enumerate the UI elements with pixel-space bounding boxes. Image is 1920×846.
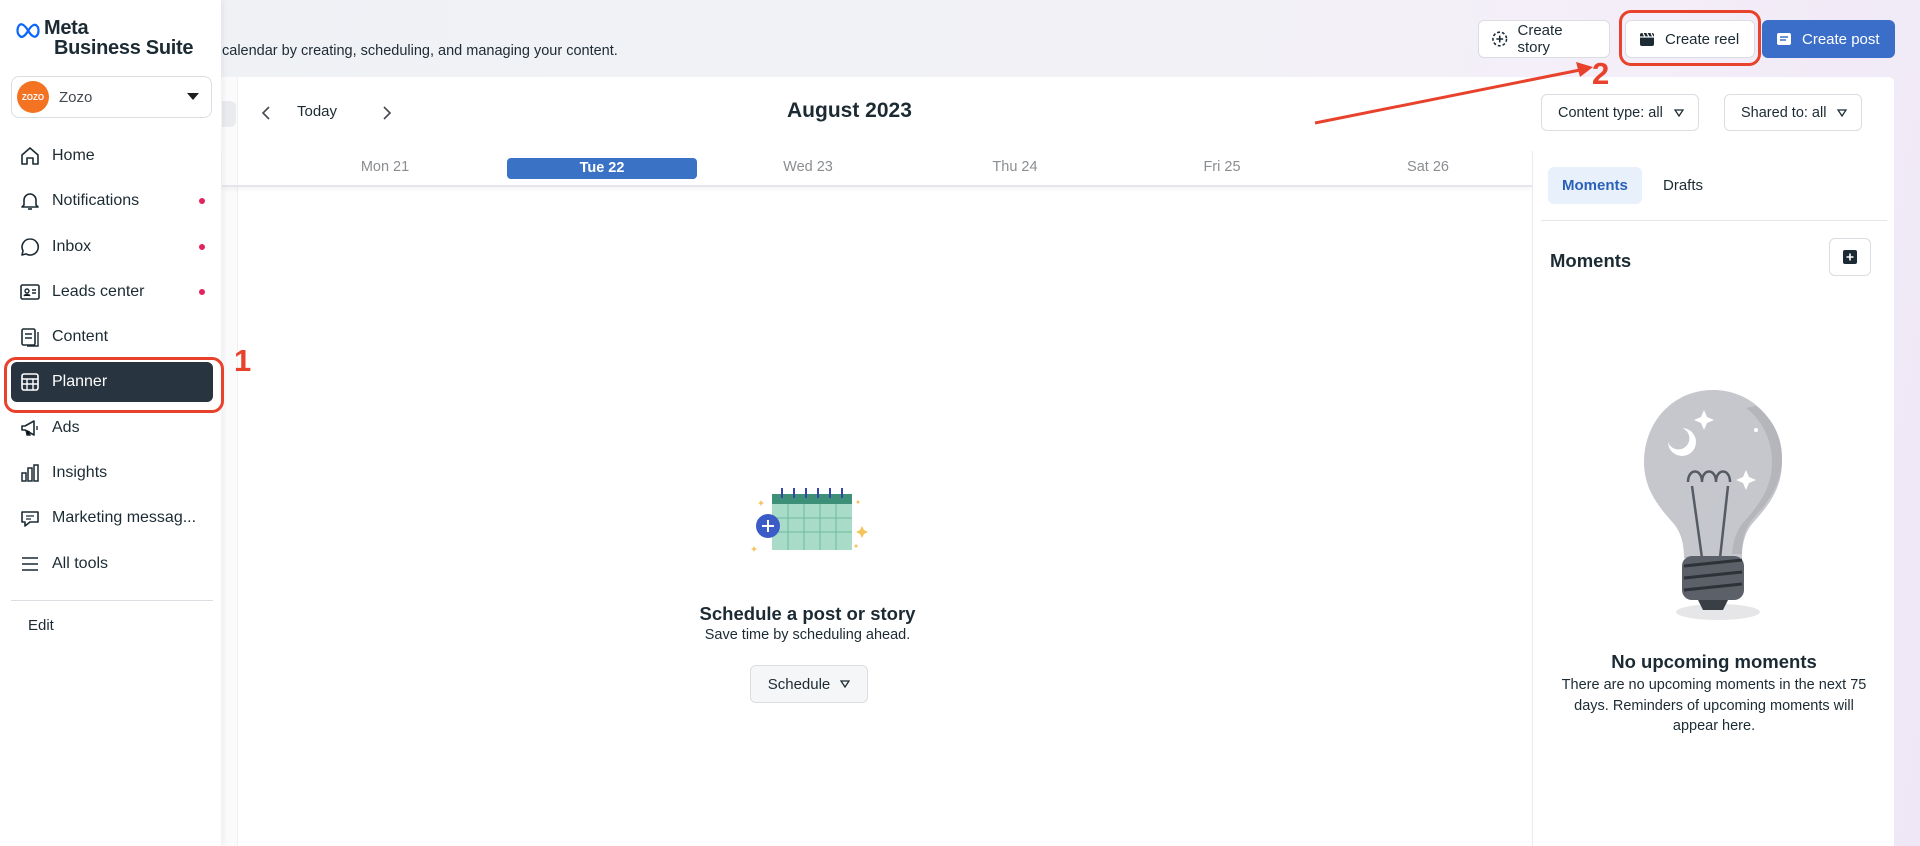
chevron-left-icon	[261, 106, 270, 120]
empty-state-subtitle: Save time by scheduling ahead.	[704, 627, 911, 643]
annotation-number-1: 1	[234, 343, 252, 378]
logo-text: Meta Business Suite	[44, 18, 193, 58]
sidebar-item-label: Ads	[52, 418, 80, 436]
megaphone-icon	[19, 417, 41, 439]
chat-bubble-icon	[19, 236, 41, 258]
shared-to-filter[interactable]: Shared to: all	[1724, 94, 1863, 131]
day-column-header[interactable]: Mon 21	[290, 159, 480, 175]
account-switcher[interactable]: ZOZO Zozo	[11, 76, 212, 118]
sidebar-item-all-tools[interactable]: All tools	[11, 544, 213, 584]
logo-line-2: Business Suite	[54, 37, 194, 59]
day-column-header-active[interactable]: Tue 22	[507, 158, 697, 179]
day-column-header[interactable]: Wed 23	[713, 159, 903, 175]
sidebar: Meta Business Suite ZOZO Zozo Home Notif…	[0, 0, 221, 846]
create-story-label: Create story	[1517, 22, 1563, 56]
post-icon	[1777, 33, 1791, 45]
create-post-button[interactable]: Create post	[1762, 20, 1895, 58]
edit-nav-link[interactable]: Edit	[28, 617, 54, 634]
day-column-header[interactable]: Thu 24	[920, 159, 1110, 175]
week-days-row: Mon 21 Tue 22 Wed 23 Thu 24 Fri 25 Sat 2…	[222, 151, 1532, 187]
shared-to-label: Shared to: all	[1741, 104, 1827, 121]
triangle-down-icon	[1673, 108, 1684, 117]
schedule-label: Schedule	[767, 675, 831, 693]
add-moment-button[interactable]	[1829, 238, 1871, 276]
card-left-edge	[221, 77, 238, 846]
logo-line-1: Meta	[44, 17, 89, 39]
triangle-down-icon	[840, 680, 851, 688]
day-column-header[interactable]: Fri 25	[1127, 159, 1317, 175]
sidebar-item-label: Leads center	[52, 282, 145, 300]
schedule-button[interactable]: Schedule	[750, 665, 868, 703]
sidebar-item-inbox[interactable]: Inbox	[11, 227, 213, 267]
account-name: Zozo	[59, 88, 93, 106]
sidebar-item-notifications[interactable]: Notifications	[11, 181, 213, 221]
tab-moments[interactable]: Moments	[1548, 167, 1642, 204]
month-title: August 2023	[787, 99, 912, 122]
create-post-label: Create post	[1802, 30, 1880, 48]
content-pages-icon	[19, 326, 41, 348]
avatar: ZOZO	[17, 81, 49, 113]
sidebar-item-label: Insights	[52, 464, 108, 482]
sidebar-item-ads[interactable]: Ads	[11, 408, 213, 448]
meta-infinity-icon	[16, 23, 40, 38]
hamburger-icon	[19, 553, 41, 575]
sidebar-item-label: Marketing messag...	[52, 509, 197, 527]
no-moments-description: There are no upcoming moments in the nex…	[1561, 677, 1867, 734]
chevron-right-icon	[383, 106, 392, 120]
home-icon	[19, 145, 41, 167]
sidebar-item-label: Content	[52, 328, 109, 346]
sidebar-divider	[11, 600, 213, 601]
panel-separator	[1541, 220, 1887, 221]
sidebar-item-home[interactable]: Home	[11, 136, 213, 176]
triangle-down-icon	[1837, 108, 1848, 117]
unread-dot	[199, 198, 205, 205]
sidebar-item-marketing-messages[interactable]: Marketing messag...	[11, 498, 213, 538]
plus-square-icon	[1843, 250, 1857, 264]
sidebar-item-insights[interactable]: Insights	[11, 453, 213, 493]
day-column-header[interactable]: Sat 26	[1333, 159, 1523, 175]
page-subtitle: calendar by creating, scheduling, and ma…	[222, 43, 618, 59]
meta-business-suite-logo[interactable]: Meta Business Suite	[16, 18, 193, 58]
unread-dot	[199, 288, 205, 295]
annotation-box-create-reel	[1619, 10, 1761, 66]
today-button[interactable]: Today	[297, 103, 337, 120]
sidebar-item-label: Home	[52, 147, 95, 164]
sidebar-item-content[interactable]: Content	[11, 317, 213, 357]
unread-dot	[199, 243, 205, 250]
contact-card-icon	[19, 281, 41, 303]
sidebar-item-leads-center[interactable]: Leads center	[11, 272, 213, 312]
annotation-box-planner	[4, 357, 224, 413]
add-story-icon	[1492, 31, 1508, 47]
annotation-arrow-icon	[1314, 62, 1593, 125]
create-story-button[interactable]: Create story	[1478, 20, 1610, 58]
bell-icon	[19, 190, 41, 212]
empty-state-title: Schedule a post or story	[699, 603, 916, 624]
next-week-button[interactable]	[374, 100, 400, 126]
calendar-add-illustration	[751, 488, 868, 552]
lightbulb-illustration	[1644, 390, 1782, 620]
sidebar-item-label: Inbox	[52, 237, 92, 255]
bar-chart-icon	[19, 462, 41, 484]
view-toggle-stub[interactable]	[222, 101, 236, 127]
caret-down-icon	[187, 93, 199, 100]
previous-week-button[interactable]	[253, 100, 279, 126]
sidebar-item-label: Notifications	[52, 192, 140, 210]
moments-title: Moments	[1550, 250, 1632, 271]
sidebar-item-label: All tools	[52, 554, 109, 572]
panel-divider	[1532, 151, 1533, 846]
no-moments-title: No upcoming moments	[1611, 651, 1817, 672]
message-bubble-icon	[19, 507, 41, 529]
tab-drafts[interactable]: Drafts	[1649, 167, 1717, 204]
